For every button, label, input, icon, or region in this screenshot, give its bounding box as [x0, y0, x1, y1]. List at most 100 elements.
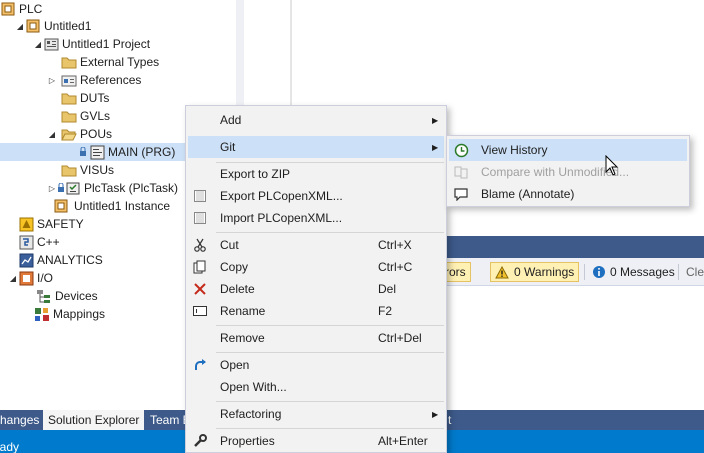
program-icon [89, 144, 105, 160]
delete-x-icon [192, 281, 208, 297]
lock-icon [78, 144, 88, 160]
compare-icon [453, 164, 469, 180]
scissors-icon [192, 237, 208, 253]
menu-item-view-history[interactable]: View History [449, 139, 687, 161]
lock-icon [57, 180, 65, 196]
menu-separator [216, 428, 444, 429]
menu-label: Add [220, 113, 242, 127]
messages-label: 0 Messages [610, 265, 675, 279]
menu-label: Copy [220, 260, 249, 274]
menu-item-refactoring[interactable]: Refactoring ▶ [188, 403, 444, 425]
menu-item-blame[interactable]: Blame (Annotate) [449, 183, 687, 205]
menu-label: Import PLCopenXML... [220, 211, 343, 225]
menu-item-git[interactable]: Git ▶ [188, 136, 444, 158]
menu-label: Remove [220, 331, 265, 345]
menu-item-delete[interactable]: Delete Del [188, 278, 444, 300]
folder-icon [61, 162, 77, 178]
menu-separator [216, 232, 444, 233]
menu-item-export-zip[interactable]: Export to ZIP [188, 163, 444, 185]
context-menu: Add ▶ Git ▶ Export to ZIP Export PLCopen… [185, 105, 447, 453]
menu-item-rename[interactable]: Rename F2 [188, 300, 444, 322]
menu-item-remove[interactable]: Remove Ctrl+Del [188, 327, 444, 349]
tree-item-references[interactable]: ▷ References [47, 71, 236, 89]
menu-item-export-plcopenxml[interactable]: Export PLCopenXML... [188, 185, 444, 207]
tree-item-untitled1-project[interactable]: ◢ Untitled1 Project [33, 35, 236, 53]
git-submenu: View History Compare with Unmodified... … [446, 135, 690, 207]
tree-label: MAIN (PRG) [108, 145, 176, 159]
tree-item-external-types[interactable]: External Types [61, 53, 236, 71]
tab-changes[interactable]: hanges [0, 410, 44, 430]
expanded-arrow-icon[interactable]: ◢ [33, 35, 43, 53]
expanded-arrow-icon[interactable]: ◢ [47, 125, 57, 143]
expanded-arrow-icon[interactable]: ◢ [8, 269, 18, 287]
safety-icon [18, 216, 34, 232]
menu-label: Properties [220, 434, 275, 448]
toolbar-separator [584, 264, 585, 280]
menu-shortcut: Ctrl+X [378, 238, 412, 252]
submenu-arrow-icon: ▶ [432, 409, 439, 419]
tree-item-plc[interactable]: PLC [0, 0, 236, 18]
menu-label: Open [220, 358, 250, 372]
folder-icon [61, 90, 77, 106]
menu-shortcut: F2 [378, 304, 393, 318]
tree-label: ANALYTICS [37, 253, 103, 267]
tree-label: Untitled1 Project [62, 37, 151, 51]
menu-label: View History [481, 143, 548, 157]
collapsed-arrow-icon[interactable]: ▷ [47, 71, 57, 89]
warning-icon [495, 265, 509, 278]
menu-label: Refactoring [220, 407, 282, 421]
document-divider [290, 0, 292, 105]
history-icon [453, 142, 469, 158]
mouse-cursor-icon [605, 155, 619, 176]
devices-icon [36, 288, 52, 304]
submenu-arrow-icon: ▶ [432, 142, 439, 152]
menu-item-properties[interactable]: Properties Alt+Enter [188, 430, 444, 452]
warnings-filter-button[interactable]: 0 Warnings [490, 262, 580, 282]
menu-item-open[interactable]: Open [188, 354, 444, 376]
cpp-icon [18, 234, 34, 250]
plc-icon [0, 1, 16, 17]
wrench-icon [192, 433, 208, 449]
menu-shortcut: Ctrl+Del [378, 331, 422, 345]
menu-item-open-with[interactable]: Open With... [188, 376, 444, 398]
references-icon [61, 72, 77, 88]
clear-button[interactable]: Cle [682, 262, 704, 282]
messages-filter-button[interactable]: 0 Messages [588, 262, 679, 282]
collapsed-arrow-icon[interactable]: ▷ [47, 179, 57, 197]
status-text: eady [0, 440, 20, 453]
menu-separator [216, 352, 444, 353]
tree-label: Untitled1 Instance [74, 199, 171, 213]
tree-label: C++ [37, 235, 60, 249]
menu-separator [216, 401, 444, 402]
menu-item-copy[interactable]: Copy Ctrl+C [188, 256, 444, 278]
tree-label: SAFETY [37, 217, 84, 231]
tree-label: PLC [19, 2, 43, 16]
menu-label: Export PLCopenXML... [220, 189, 343, 203]
menu-label: Rename [220, 304, 266, 318]
menu-separator [216, 325, 444, 326]
tab-solution-explorer[interactable]: Solution Explorer [43, 410, 145, 430]
tree-label: References [80, 73, 142, 87]
menu-item-add[interactable]: Add ▶ [188, 109, 444, 131]
menu-item-cut[interactable]: Cut Ctrl+X [188, 234, 444, 256]
tree-label: POUs [80, 127, 113, 141]
menu-item-compare-unmodified[interactable]: Compare with Unmodified... [449, 161, 687, 183]
menu-label: Cut [220, 238, 239, 252]
tree-label: Devices [55, 289, 98, 303]
folder-icon [61, 54, 77, 70]
menu-shortcut: Ctrl+C [378, 260, 413, 274]
menu-item-import-plcopenxml[interactable]: Import PLCopenXML... [188, 207, 444, 229]
toolbar-separator [678, 264, 679, 280]
menu-shortcut: Del [378, 282, 397, 296]
export-icon [192, 188, 208, 204]
folder-open-icon [61, 126, 77, 142]
tree-label: VISUs [80, 163, 115, 177]
expanded-arrow-icon[interactable]: ◢ [15, 17, 25, 35]
warnings-label: 0 Warnings [514, 265, 575, 279]
rename-icon [192, 303, 208, 319]
open-arrow-icon [192, 357, 208, 373]
menu-label: Export to ZIP [220, 167, 291, 181]
copy-icon [192, 259, 208, 275]
tree-item-untitled1[interactable]: ◢ Untitled1 [15, 17, 236, 35]
submenu-arrow-icon: ▶ [432, 115, 439, 125]
